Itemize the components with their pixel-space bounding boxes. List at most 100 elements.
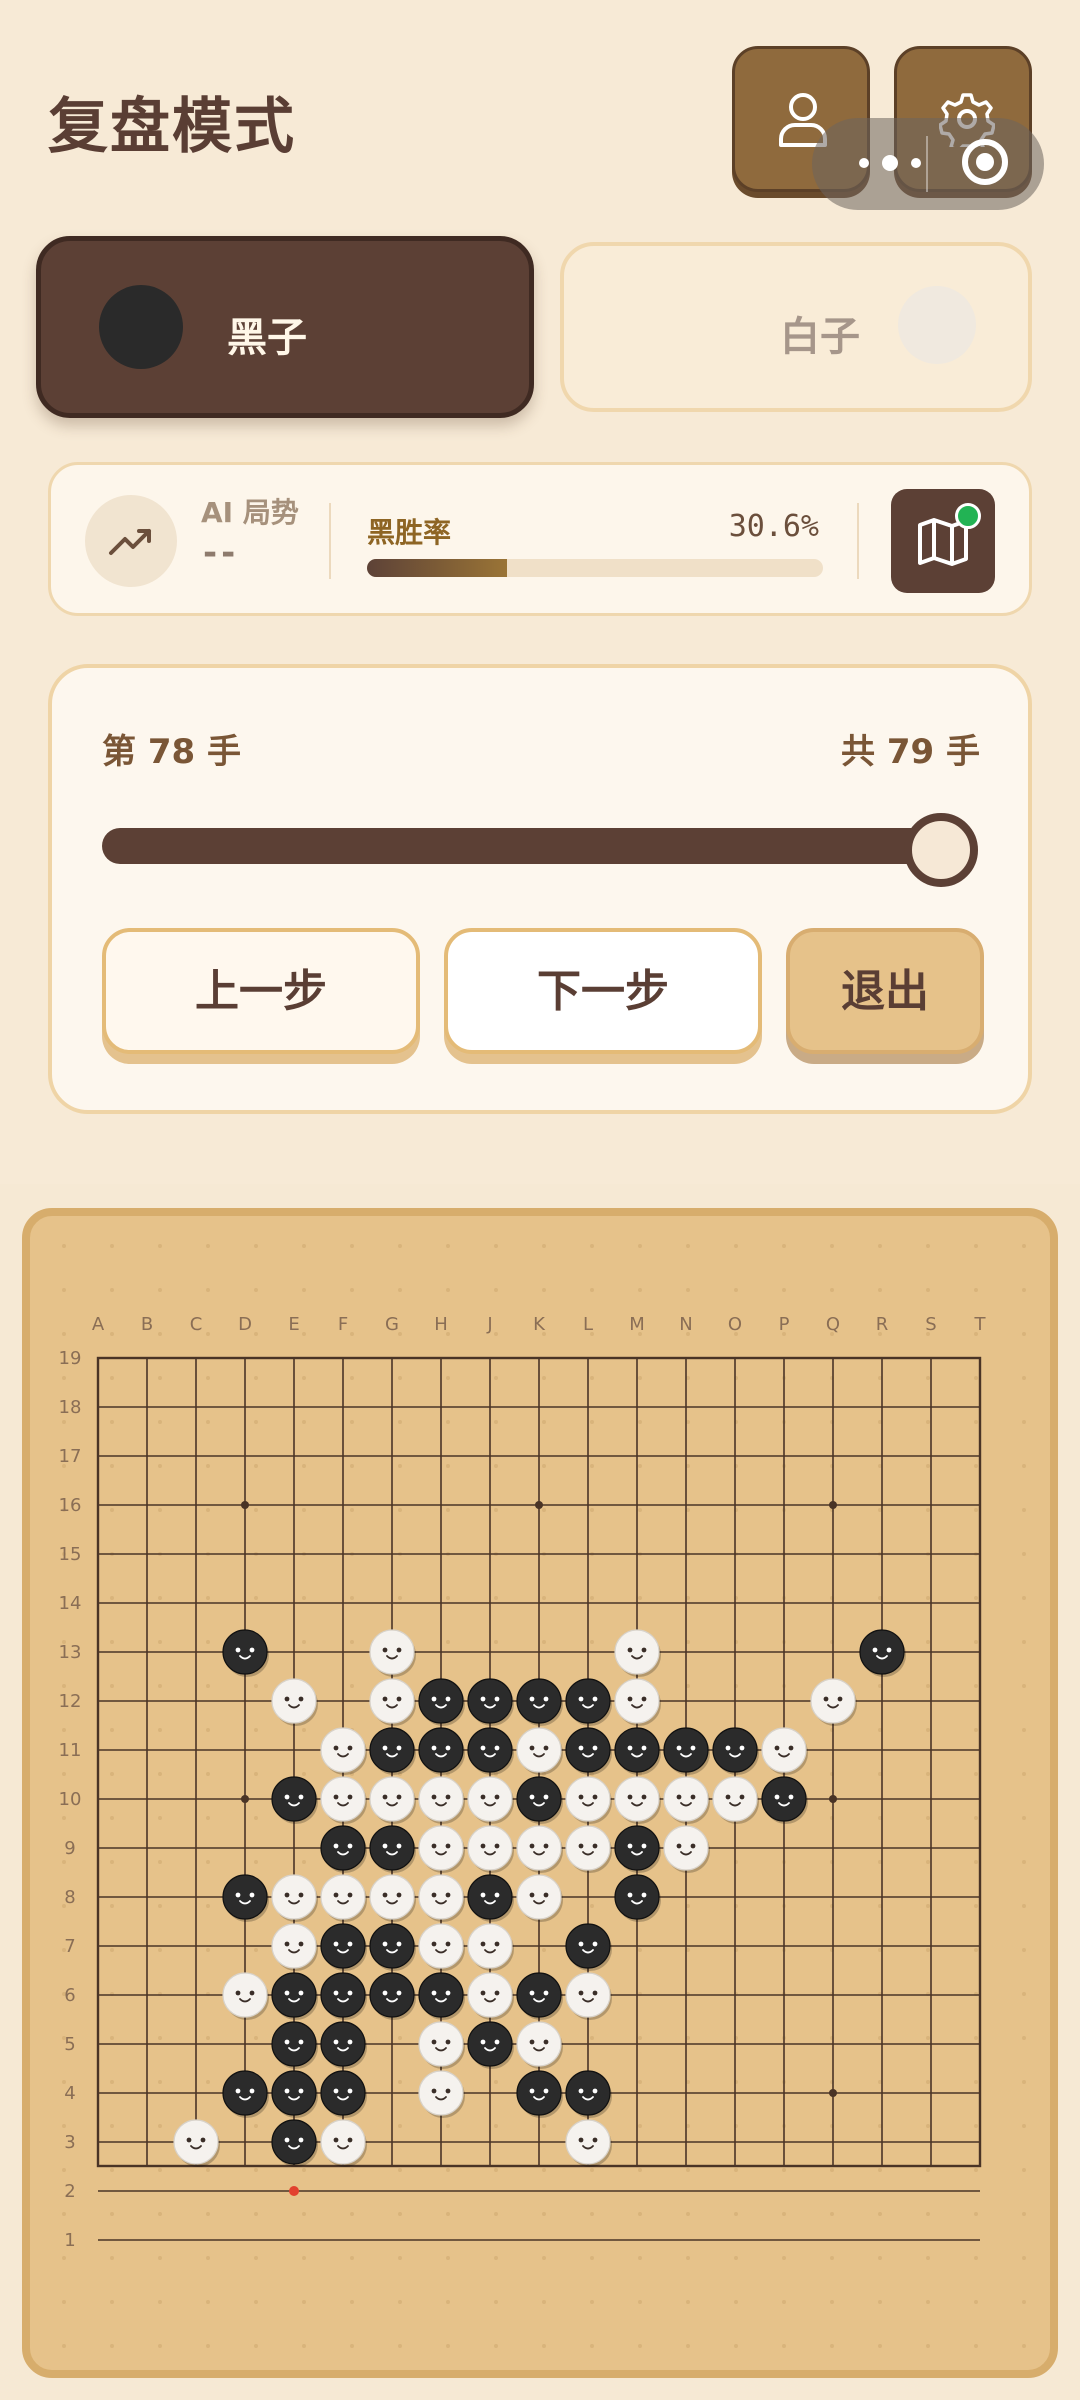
stone-eye bbox=[690, 1843, 696, 1849]
stone-eye bbox=[725, 1745, 731, 1751]
wood-texture-dot bbox=[974, 1508, 978, 1512]
board-grid[interactable]: A B C D E F G H J K L M N O P Q R S T191817161514131211109… bbox=[30, 1216, 1050, 2370]
wood-texture-dot bbox=[590, 1420, 594, 1424]
wood-texture-dot bbox=[926, 1904, 930, 1908]
wood-texture-dot bbox=[926, 2124, 930, 2128]
stone-eye bbox=[235, 1647, 241, 1653]
stone-eye bbox=[347, 1745, 353, 1751]
black-stone bbox=[418, 1727, 464, 1773]
wood-texture-dot bbox=[350, 2168, 354, 2172]
wood-texture-dot bbox=[206, 1464, 210, 1468]
black-stone bbox=[418, 1678, 464, 1724]
wood-texture-dot bbox=[446, 1640, 450, 1644]
wood-texture-dot bbox=[542, 2212, 546, 2216]
white-stone bbox=[467, 1923, 513, 1969]
wood-texture-dot bbox=[158, 2212, 162, 2216]
black-stone bbox=[663, 1727, 709, 1773]
wood-texture-dot bbox=[62, 1816, 66, 1820]
stone-eye bbox=[382, 1990, 388, 1996]
wood-texture-dot bbox=[254, 1508, 258, 1512]
winrate-bar-fill bbox=[367, 559, 507, 577]
wood-texture-dot bbox=[974, 1816, 978, 1820]
wood-texture-dot bbox=[110, 1860, 114, 1864]
column-label: F bbox=[338, 1314, 348, 1335]
white-stone bbox=[516, 1727, 562, 1773]
row-label: 8 bbox=[64, 1887, 75, 1908]
wood-texture-dot bbox=[782, 2344, 786, 2348]
wood-texture-dot bbox=[542, 2168, 546, 2172]
stone-eye bbox=[788, 1794, 794, 1800]
record-circle-icon[interactable] bbox=[962, 139, 1008, 185]
next-move-button[interactable]: 下一步 bbox=[444, 928, 762, 1054]
wood-texture-dot bbox=[350, 2256, 354, 2260]
exit-button[interactable]: 退出 bbox=[786, 928, 984, 1054]
wood-texture-dot bbox=[158, 1332, 162, 1336]
stone-eye bbox=[592, 1941, 598, 1947]
wood-texture-dot bbox=[1022, 1464, 1026, 1468]
wood-texture-dot bbox=[446, 1508, 450, 1512]
wood-texture-dot bbox=[878, 2256, 882, 2260]
stone-eye bbox=[494, 2039, 500, 2045]
last-move-marker bbox=[289, 2186, 299, 2196]
wood-texture-dot bbox=[302, 1464, 306, 1468]
wood-texture-dot bbox=[974, 1948, 978, 1952]
row-label: 5 bbox=[64, 2034, 75, 2055]
wood-texture-dot bbox=[446, 2256, 450, 2260]
slider-handle[interactable] bbox=[904, 813, 978, 887]
stone-eye bbox=[382, 1794, 388, 1800]
wood-texture-dot bbox=[206, 1816, 210, 1820]
wood-texture-dot bbox=[254, 1464, 258, 1468]
wood-texture-dot bbox=[62, 2212, 66, 2216]
wood-texture-dot bbox=[302, 1244, 306, 1248]
wood-texture-dot bbox=[590, 1288, 594, 1292]
wood-texture-dot bbox=[254, 1728, 258, 1732]
stone-eye bbox=[494, 1696, 500, 1702]
stone-eye bbox=[333, 2137, 339, 2143]
stone-eye bbox=[431, 1745, 437, 1751]
wood-texture-dot bbox=[62, 1332, 66, 1336]
stone-eye bbox=[333, 2039, 339, 2045]
wood-texture-dot bbox=[734, 1244, 738, 1248]
black-player-card[interactable]: 黑子 bbox=[36, 236, 534, 418]
stone-eye bbox=[284, 1990, 290, 1996]
column-label: R bbox=[876, 1314, 889, 1335]
stone-eye bbox=[298, 1990, 304, 1996]
stone-eye bbox=[578, 1794, 584, 1800]
wood-texture-dot bbox=[398, 2212, 402, 2216]
wood-texture-dot bbox=[830, 2168, 834, 2172]
ai-status-value: -- bbox=[203, 533, 240, 573]
wood-texture-dot bbox=[62, 1684, 66, 1688]
wood-texture-dot bbox=[830, 2212, 834, 2216]
wood-texture-dot bbox=[206, 2344, 210, 2348]
black-stone bbox=[271, 2021, 317, 2067]
stone-eye bbox=[627, 1794, 633, 1800]
column-label: B bbox=[141, 1314, 153, 1335]
wood-texture-dot bbox=[974, 2300, 978, 2304]
white-player-card[interactable]: 白子 bbox=[560, 242, 1032, 412]
wood-texture-dot bbox=[830, 2256, 834, 2260]
wood-texture-dot bbox=[302, 1596, 306, 1600]
wood-texture-dot bbox=[254, 2300, 258, 2304]
go-board[interactable]: A B C D E F G H J K L M N O P Q R S T 19 18 17 16 15 14 13 12 11 10 9… bbox=[22, 1208, 1058, 2378]
wood-texture-dot bbox=[398, 1464, 402, 1468]
prev-move-button[interactable]: 上一步 bbox=[102, 928, 420, 1054]
wood-texture-dot bbox=[302, 1508, 306, 1512]
wood-texture-dot bbox=[494, 1288, 498, 1292]
wood-texture-dot bbox=[542, 2124, 546, 2128]
wood-texture-dot bbox=[206, 2256, 210, 2260]
stone-eye bbox=[235, 2088, 241, 2094]
wood-texture-dot bbox=[974, 1772, 978, 1776]
wood-texture-dot bbox=[62, 2344, 66, 2348]
wood-texture-dot bbox=[158, 1904, 162, 1908]
move-slider[interactable] bbox=[102, 813, 978, 887]
wood-texture-dot bbox=[1022, 1244, 1026, 1248]
wood-texture-dot bbox=[590, 1464, 594, 1468]
wood-texture-dot bbox=[926, 1464, 930, 1468]
map-button[interactable] bbox=[891, 489, 995, 593]
more-dots-icon[interactable] bbox=[852, 148, 942, 178]
stone-eye bbox=[284, 1794, 290, 1800]
wood-texture-dot bbox=[254, 2124, 258, 2128]
stone-eye bbox=[284, 2137, 290, 2143]
black-stone bbox=[369, 1923, 415, 1969]
wood-texture-dot bbox=[350, 1508, 354, 1512]
